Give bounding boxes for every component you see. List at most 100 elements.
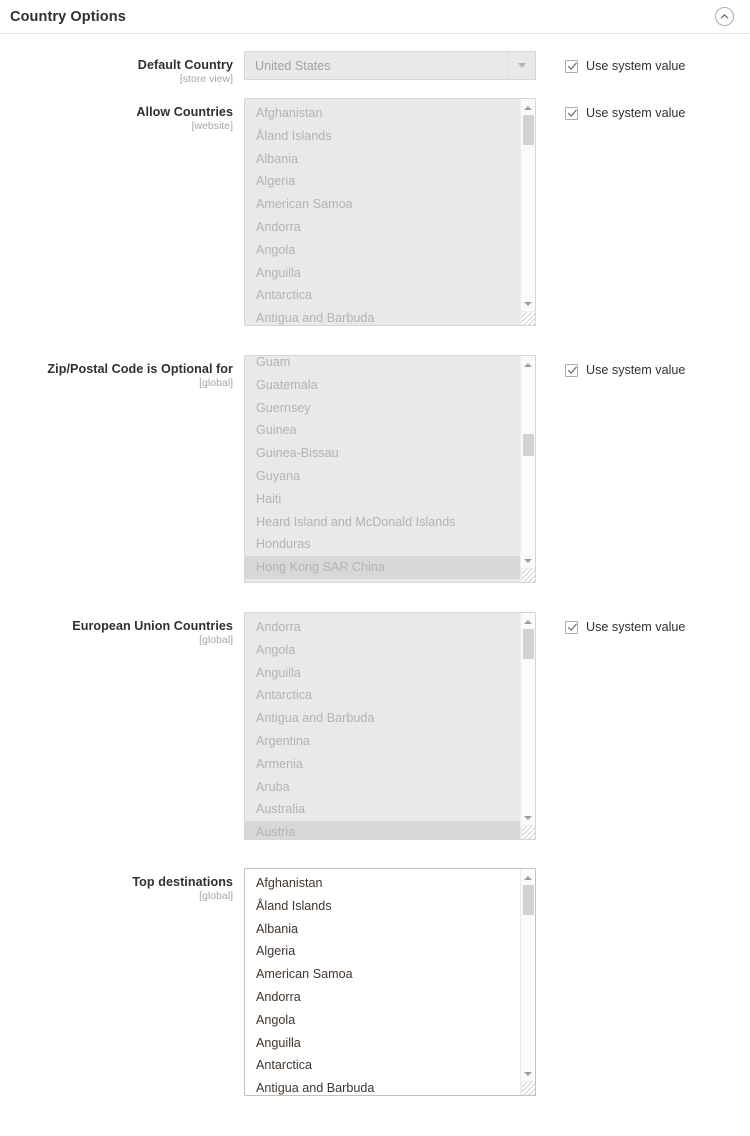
- multiselect-option[interactable]: Honduras: [245, 533, 520, 556]
- multiselect-option[interactable]: Austria: [245, 821, 520, 839]
- triangle-down-glyph: [517, 63, 526, 68]
- multiselect-option[interactable]: American Samoa: [245, 963, 520, 986]
- scroll-up-arrow-icon[interactable]: [521, 871, 535, 885]
- multiselect-option[interactable]: American Samoa: [245, 193, 520, 216]
- resize-handle[interactable]: [521, 568, 535, 582]
- triangle-up-glyph: [524, 620, 532, 624]
- multiselect-option[interactable]: Heard Island and McDonald Islands: [245, 511, 520, 534]
- field-control-default-country: United States: [244, 51, 536, 80]
- checkbox-european-union-countries[interactable]: [565, 620, 578, 634]
- field-row-european-union-countries: European Union Countries [global] Andorra A…: [0, 612, 750, 840]
- multiselect-top-destinations[interactable]: Afghanistan Åland Islands Albania Algeria Am…: [244, 868, 536, 1096]
- scrollbar-thumb[interactable]: [523, 629, 534, 659]
- multiselect-scrollbar[interactable]: [520, 356, 535, 582]
- multiselect-option[interactable]: Andorra: [245, 616, 520, 639]
- multiselect-allow-countries[interactable]: Afghanistan Åland Islands Albania Algeria Am…: [244, 98, 536, 326]
- field-label-default-country: Default Country [store view]: [0, 51, 244, 86]
- scroll-down-arrow-icon[interactable]: [521, 297, 535, 311]
- multiselect-option[interactable]: Aruba: [245, 776, 520, 799]
- multiselect-option[interactable]: Guatemala: [245, 374, 520, 397]
- field-row-allow-countries: Allow Countries [website] Afghanistan Åland…: [0, 98, 750, 326]
- use-system-value-default-country[interactable]: Use system value: [565, 59, 685, 73]
- multiselect-option-list: Afghanistan Åland Islands Albania Algeria Am…: [245, 102, 520, 325]
- field-extra-allow-countries: Use system value: [536, 98, 750, 125]
- multiselect-option[interactable]: Algeria: [245, 170, 520, 193]
- multiselect-scrollbar[interactable]: [520, 613, 535, 839]
- use-system-value-allow-countries[interactable]: Use system value: [565, 106, 685, 120]
- scroll-down-arrow-icon[interactable]: [521, 554, 535, 568]
- multiselect-option[interactable]: Guinea-Bissau: [245, 442, 520, 465]
- multiselect-option[interactable]: Guyana: [245, 465, 520, 488]
- multiselect-option[interactable]: Afghanistan: [245, 102, 520, 125]
- field-label-text: Top destinations: [132, 875, 233, 889]
- field-row-zip-postal-code-optional-for: Zip/Postal Code is Optional for [global] G…: [0, 355, 750, 583]
- multiselect-option[interactable]: Angola: [245, 1009, 520, 1032]
- resize-handle[interactable]: [521, 1081, 535, 1095]
- multiselect-option[interactable]: Armenia: [245, 753, 520, 776]
- checkbox-zip-postal-code-optional-for[interactable]: [565, 363, 578, 377]
- multiselect-option[interactable]: Åland Islands: [245, 125, 520, 148]
- checkbox-default-country[interactable]: [565, 59, 578, 73]
- resize-handle[interactable]: [521, 825, 535, 839]
- multiselect-option[interactable]: Algeria: [245, 940, 520, 963]
- field-control-allow-countries: Afghanistan Åland Islands Albania Algeria Am…: [244, 98, 536, 326]
- multiselect-option[interactable]: Antarctica: [245, 284, 520, 307]
- multiselect-option[interactable]: Antigua and Barbuda: [245, 307, 520, 325]
- select-default-country[interactable]: United States: [244, 51, 536, 80]
- multiselect-option[interactable]: Australia: [245, 798, 520, 821]
- multiselect-option[interactable]: Andorra: [245, 986, 520, 1009]
- use-system-value-european-union-countries[interactable]: Use system value: [565, 620, 685, 634]
- multiselect-option[interactable]: Guam: [245, 356, 520, 374]
- multiselect-option[interactable]: Andorra: [245, 216, 520, 239]
- use-system-value-zip-postal-code-optional-for[interactable]: Use system value: [565, 363, 685, 377]
- multiselect-option[interactable]: Antigua and Barbuda: [245, 1077, 520, 1095]
- field-control-european-union-countries: Andorra Angola Anguilla Antarctica Antigua a…: [244, 612, 536, 840]
- scroll-down-arrow-icon[interactable]: [521, 811, 535, 825]
- scroll-up-arrow-icon[interactable]: [521, 615, 535, 629]
- scrollbar-thumb[interactable]: [523, 434, 534, 456]
- multiselect-option[interactable]: Anguilla: [245, 1032, 520, 1055]
- multiselect-european-union-countries[interactable]: Andorra Angola Anguilla Antarctica Antigua a…: [244, 612, 536, 840]
- field-label-zip-postal-code-optional-for: Zip/Postal Code is Optional for [global]: [0, 355, 244, 390]
- multiselect-option[interactable]: Antarctica: [245, 684, 520, 707]
- field-label-top-destinations: Top destinations [global]: [0, 868, 244, 903]
- multiselect-option[interactable]: Albania: [245, 918, 520, 941]
- multiselect-option[interactable]: Guinea: [245, 419, 520, 442]
- multiselect-option[interactable]: Anguilla: [245, 662, 520, 685]
- multiselect-option[interactable]: Åland Islands: [245, 895, 520, 918]
- scrollbar-thumb[interactable]: [523, 115, 534, 145]
- multiselect-option[interactable]: Antarctica: [245, 1054, 520, 1077]
- multiselect-scrollbar[interactable]: [520, 869, 535, 1095]
- field-control-zip-postal-code-optional-for: Guam Guatemala Guernsey Guinea Guinea-Bissau…: [244, 355, 536, 583]
- checkbox-allow-countries[interactable]: [565, 106, 578, 120]
- chevron-down-icon[interactable]: [507, 52, 535, 79]
- use-system-value-label: Use system value: [586, 59, 686, 73]
- multiselect-option[interactable]: Haiti: [245, 488, 520, 511]
- multiselect-option[interactable]: Albania: [245, 148, 520, 171]
- chevron-up-circle-icon[interactable]: [715, 7, 734, 26]
- scroll-up-arrow-icon[interactable]: [521, 101, 535, 115]
- multiselect-option[interactable]: Anguilla: [245, 262, 520, 285]
- country-options-page: Country Options Default Country [store vi…: [0, 0, 750, 1136]
- multiselect-option[interactable]: Afghanistan: [245, 872, 520, 895]
- resize-handle[interactable]: [521, 311, 535, 325]
- scrollbar-thumb[interactable]: [523, 885, 534, 915]
- field-extra-top-destinations: [536, 868, 750, 876]
- section-header: Country Options: [0, 0, 750, 34]
- multiselect-viewport: Afghanistan Åland Islands Albania Algeria Am…: [245, 869, 535, 1095]
- multiselect-option[interactable]: Guernsey: [245, 397, 520, 420]
- page-title: Country Options: [10, 8, 126, 25]
- multiselect-option[interactable]: Hong Kong SAR China: [245, 556, 520, 579]
- multiselect-option[interactable]: Antigua and Barbuda: [245, 707, 520, 730]
- scroll-up-arrow-icon[interactable]: [521, 358, 535, 372]
- multiselect-option[interactable]: Argentina: [245, 730, 520, 753]
- multiselect-option[interactable]: Angola: [245, 239, 520, 262]
- triangle-up-glyph: [524, 363, 532, 367]
- triangle-up-glyph: [524, 876, 532, 880]
- field-scope-text: [global]: [199, 634, 233, 647]
- multiselect-zip-postal-code-optional-for[interactable]: Guam Guatemala Guernsey Guinea Guinea-Bissau…: [244, 355, 536, 583]
- multiselect-scrollbar[interactable]: [520, 99, 535, 325]
- multiselect-option[interactable]: Angola: [245, 639, 520, 662]
- scroll-down-arrow-icon[interactable]: [521, 1067, 535, 1081]
- use-system-value-label: Use system value: [586, 363, 686, 377]
